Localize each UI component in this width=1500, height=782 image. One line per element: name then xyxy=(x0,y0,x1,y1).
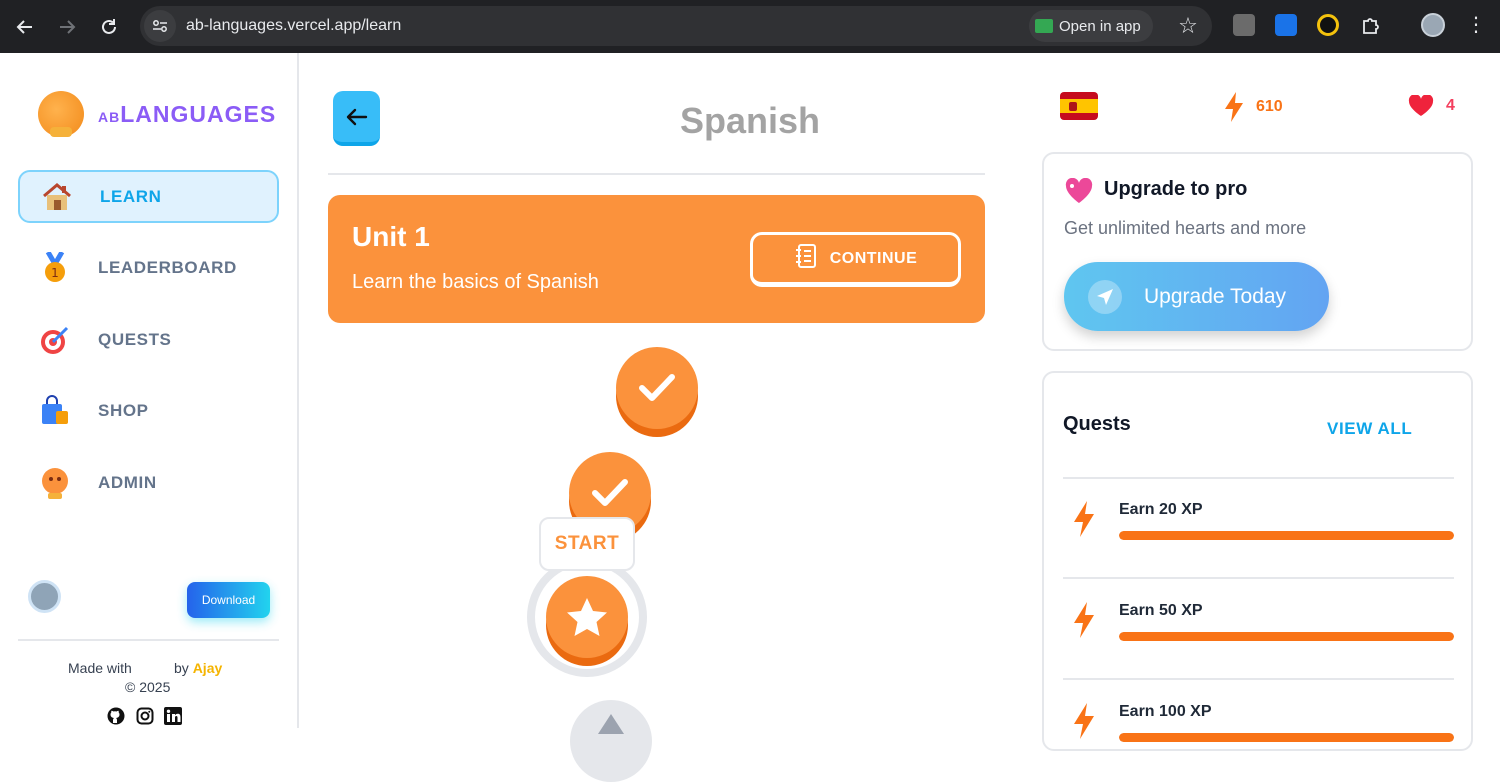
lesson-button-completed[interactable] xyxy=(616,347,698,429)
open-in-app-label: Open in app xyxy=(1059,17,1141,35)
unit-title: Unit 1 xyxy=(352,221,430,252)
puzzle-icon[interactable] xyxy=(1360,14,1382,36)
bolt-icon xyxy=(1225,92,1243,122)
linkedin-icon[interactable] xyxy=(164,707,182,725)
notebook-icon xyxy=(794,243,818,274)
made-with-text: Made with xyxy=(68,660,132,676)
mascot-icon xyxy=(38,466,72,500)
unit-banner: Unit 1 Learn the basics of Spanish CONTI… xyxy=(328,195,985,323)
app-icon xyxy=(1035,19,1053,33)
start-tooltip: START xyxy=(539,517,635,571)
check-icon xyxy=(639,374,675,401)
url-text[interactable]: ab-languages.vercel.app/learn xyxy=(186,17,401,35)
xp-counter[interactable]: 610 xyxy=(1224,92,1283,122)
divider xyxy=(1063,577,1454,579)
send-icon xyxy=(1088,279,1122,314)
quest-progress-bar xyxy=(1119,733,1454,742)
upgrade-today-button[interactable]: Upgrade Today xyxy=(1064,262,1329,331)
mascot-icon xyxy=(38,91,84,137)
hearts-counter[interactable]: 4 xyxy=(1408,95,1455,117)
by-word: by xyxy=(174,660,189,676)
house-icon xyxy=(40,180,74,214)
brand-logo[interactable]: ABLANGUAGES xyxy=(38,91,276,137)
open-in-app-button[interactable]: Open in app xyxy=(1029,10,1153,42)
site-info-icon[interactable] xyxy=(144,10,176,42)
sidebar-item-shop[interactable]: SHOP xyxy=(18,384,279,437)
back-arrow-icon[interactable] xyxy=(8,10,42,44)
page-title: Spanish xyxy=(679,100,821,141)
lock-icon xyxy=(598,714,624,734)
sidebar-item-label: ADMIN xyxy=(98,472,157,492)
bolt-icon xyxy=(1073,501,1095,541)
sparkling-heart-icon xyxy=(1064,177,1094,208)
continue-label: CONTINUE xyxy=(829,249,918,267)
back-button[interactable] xyxy=(333,91,380,146)
hearts-value: 4 xyxy=(1446,97,1455,114)
sidebar-item-quests[interactable]: QUESTS xyxy=(18,313,279,366)
sidebar-item-learn[interactable]: LEARN xyxy=(18,170,279,223)
bookmark-star-icon[interactable]: ☆ xyxy=(1172,10,1204,42)
target-icon xyxy=(38,323,72,357)
author-link[interactable]: Ajay xyxy=(193,660,223,676)
profile-avatar[interactable] xyxy=(1421,13,1445,37)
copyright-text: © 2025 xyxy=(125,679,171,695)
sidebar-item-admin[interactable]: ADMIN xyxy=(18,456,279,509)
github-icon[interactable] xyxy=(107,707,125,725)
sidebar-item-leaderboard[interactable]: 1 LEADERBOARD xyxy=(18,241,279,294)
divider xyxy=(1063,678,1454,680)
browser-toolbar: ab-languages.vercel.app/learn Open in ap… xyxy=(0,0,1500,53)
forward-arrow-icon[interactable] xyxy=(50,10,84,44)
sidebar-item-label: LEADERBOARD xyxy=(98,257,237,277)
extension-icon[interactable] xyxy=(1275,14,1297,36)
svg-text:1: 1 xyxy=(51,266,59,280)
reload-icon[interactable] xyxy=(92,10,126,44)
quest-progress-bar xyxy=(1119,531,1454,540)
upgrade-today-label: Upgrade Today xyxy=(1144,284,1287,308)
sidebar: ABLANGUAGES LEARN 1 LEADERBOARD QUESTS S… xyxy=(0,53,299,728)
list-item: Earn 50 XP xyxy=(1063,580,1454,650)
quests-title: Quests xyxy=(1063,413,1131,435)
sidebar-item-label: QUESTS xyxy=(98,329,172,349)
download-button[interactable]: Download xyxy=(187,582,270,618)
extension-icon[interactable] xyxy=(1317,14,1339,36)
quests-card: Quests VIEW ALL Earn 20 XP Earn 50 XP Ea… xyxy=(1042,371,1473,751)
spain-flag-icon[interactable] xyxy=(1060,92,1098,120)
lesson-button-locked[interactable] xyxy=(570,700,652,782)
lesson-button-current[interactable] xyxy=(546,576,628,658)
arrow-left-icon xyxy=(346,108,367,125)
quest-label: Earn 50 XP xyxy=(1119,602,1203,619)
quest-label: Earn 20 XP xyxy=(1119,501,1203,518)
star-icon xyxy=(567,598,607,636)
sidebar-item-label: LEARN xyxy=(100,186,162,206)
heart-icon xyxy=(1408,95,1434,116)
quest-progress-bar xyxy=(1119,632,1454,641)
view-all-link[interactable]: VIEW ALL xyxy=(1327,419,1412,439)
list-item: Earn 20 XP xyxy=(1063,479,1454,549)
medal-icon: 1 xyxy=(38,251,72,285)
divider xyxy=(18,639,279,641)
quest-label: Earn 100 XP xyxy=(1119,703,1212,720)
xp-value: 610 xyxy=(1256,98,1283,115)
address-bar[interactable]: ab-languages.vercel.app/learn Open in ap… xyxy=(140,6,1212,46)
upgrade-card: Upgrade to pro Get unlimited hearts and … xyxy=(1042,152,1473,351)
unit-description: Learn the basics of Spanish xyxy=(352,271,599,293)
extension-icon[interactable] xyxy=(1233,14,1255,36)
by-text: by Ajay xyxy=(174,660,222,676)
upgrade-subtitle: Get unlimited hearts and more xyxy=(1064,218,1307,238)
bolt-icon xyxy=(1073,703,1095,743)
more-menu-icon[interactable]: ⋮ xyxy=(1466,12,1486,36)
continue-button[interactable]: CONTINUE xyxy=(750,232,961,287)
divider xyxy=(328,173,985,175)
shopping-bag-icon xyxy=(38,394,72,428)
bolt-icon xyxy=(1073,602,1095,642)
check-icon xyxy=(592,479,628,506)
sidebar-item-label: SHOP xyxy=(98,400,149,420)
avatar[interactable] xyxy=(28,580,61,613)
brand-name: ABLANGUAGES xyxy=(98,100,277,127)
instagram-icon[interactable] xyxy=(136,707,154,725)
list-item: Earn 100 XP xyxy=(1063,681,1454,751)
upgrade-title: Upgrade to pro xyxy=(1104,178,1248,200)
